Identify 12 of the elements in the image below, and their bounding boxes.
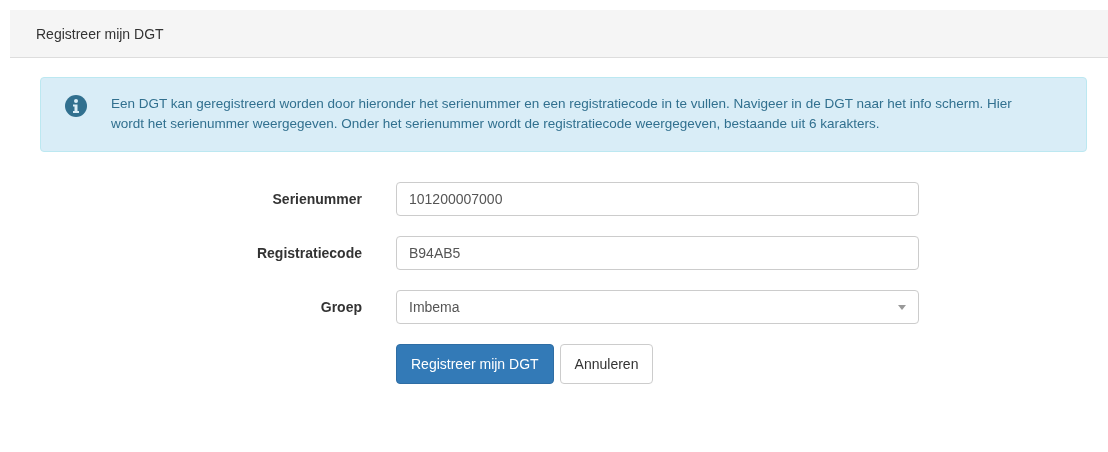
cancel-button[interactable]: Annuleren [559,344,654,384]
input-field[interactable]: 101200007000 [396,182,919,216]
info-icon [65,95,87,117]
caret-icon [898,304,906,310]
field-label: Groep [319,299,362,315]
select-field[interactable]: Imbema [396,290,919,324]
input-field[interactable]: B94AB5 [396,236,919,270]
field-label: Registratiecode [255,245,362,261]
field-label: Serienummer [271,191,362,207]
submit-button[interactable]: Registreer mijn DGT [396,344,554,384]
alert-text: Een DGT kan geregistreerd worden door hieronder het serienummer en een registratiecode in te vullen. Navigeer in de DGT naar het info scherm. Hier wordt het serienummer weergegeven. Onder het serienummer wordt de registratiecode weergegeven, bestaande uit 6 karakters. [111,95,1013,133]
panel-title: Registreer mijn DGT [36,25,164,42]
